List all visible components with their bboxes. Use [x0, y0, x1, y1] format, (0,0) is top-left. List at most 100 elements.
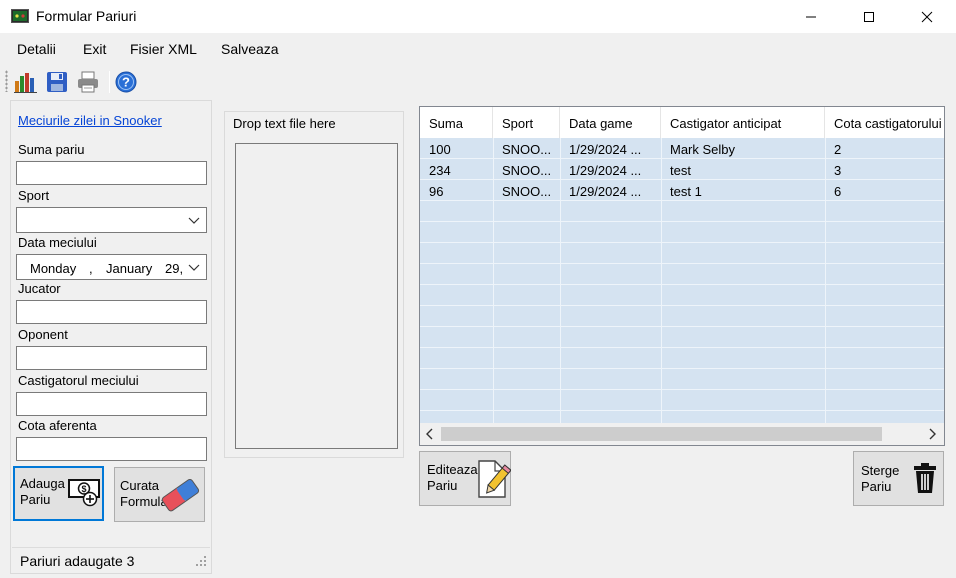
close-button[interactable]	[904, 0, 950, 33]
close-icon	[921, 11, 933, 22]
cell-data-game: 1/29/2024 ...	[569, 184, 642, 199]
drop-label: Drop text file here	[233, 116, 336, 131]
cell-data-game: 1/29/2024 ...	[569, 142, 642, 157]
minimize-icon	[806, 16, 816, 17]
scroll-thumb[interactable]	[441, 427, 882, 441]
add-bet-line2: Pariu	[20, 492, 51, 507]
date-picker[interactable]: Monday , January 29,	[16, 254, 207, 280]
menu-exit[interactable]: Exit	[83, 41, 106, 57]
drop-target[interactable]	[235, 143, 398, 449]
cell-suma: 96	[429, 184, 444, 199]
help-icon[interactable]: ?	[115, 71, 137, 93]
delete-bet-button[interactable]: Sterge Pariu	[853, 451, 944, 506]
sport-select[interactable]	[16, 207, 207, 233]
table-row[interactable]: 96 SNOO... 1/29/2024 ... test 1 6	[420, 180, 944, 201]
column-header-data-game[interactable]: Data game	[560, 107, 661, 138]
status-bar: Pariuri adaugate 3	[12, 547, 210, 573]
oponent-input[interactable]	[16, 346, 207, 370]
cell-suma: 100	[429, 142, 451, 157]
grid-body: 100 SNOO... 1/29/2024 ... Mark Selby 2 2…	[420, 138, 944, 423]
app-icon	[11, 9, 29, 23]
sport-label: Sport	[18, 188, 50, 203]
column-header-castigator[interactable]: Castigator anticipat	[661, 107, 825, 138]
empty-row[interactable]	[420, 222, 944, 243]
castigator-input[interactable]	[16, 392, 207, 416]
bet-form-panel: Meciurile zilei in Snooker Suma pariu Sp…	[10, 100, 212, 574]
table-row[interactable]: 100 SNOO... 1/29/2024 ... Mark Selby 2	[420, 138, 944, 159]
empty-row[interactable]	[420, 285, 944, 306]
window-title: Formular Pariuri	[36, 8, 137, 24]
resize-grip-icon[interactable]	[196, 554, 206, 569]
print-icon[interactable]	[77, 71, 99, 93]
edit-bet-button[interactable]: Editeaza Pariu	[419, 451, 512, 506]
cell-sport: SNOO...	[502, 163, 552, 178]
cell-suma: 234	[429, 163, 451, 178]
cell-sport: SNOO...	[502, 184, 552, 199]
date-day: 29,	[165, 261, 184, 276]
date-month: January	[106, 261, 153, 276]
edit-bet-line1: Editeaza	[427, 462, 478, 477]
edit-bet-line2: Pariu	[427, 478, 458, 493]
empty-row[interactable]	[420, 201, 944, 222]
menu-detalii[interactable]: Detalii	[17, 41, 56, 57]
jucator-input[interactable]	[16, 300, 207, 324]
column-header-cota[interactable]: Cota castigatorului	[825, 107, 944, 138]
scroll-right-icon[interactable]	[926, 427, 938, 444]
title-bar: Formular Pariuri	[0, 0, 956, 33]
suma-input[interactable]	[16, 161, 207, 185]
empty-row[interactable]	[420, 348, 944, 369]
money-add-icon: $	[68, 475, 102, 510]
column-header-suma[interactable]: Suma	[420, 107, 493, 138]
toolbar: ?	[0, 66, 956, 98]
horizontal-scrollbar[interactable]	[420, 423, 944, 445]
maximize-button[interactable]	[846, 0, 892, 33]
bets-grid[interactable]: Suma Sport Data game Castigator anticipa…	[419, 106, 945, 446]
table-row[interactable]: 234 SNOO... 1/29/2024 ... test 3	[420, 159, 944, 180]
empty-row[interactable]	[420, 369, 944, 390]
minimize-button[interactable]	[788, 0, 834, 33]
trash-icon	[913, 462, 937, 497]
maximize-icon	[864, 11, 874, 22]
chart-icon[interactable]	[14, 71, 37, 93]
empty-row[interactable]	[420, 306, 944, 327]
menu-fisier-xml[interactable]: Fisier XML	[130, 41, 197, 57]
cota-input[interactable]	[16, 437, 207, 461]
chevron-down-icon	[188, 261, 200, 276]
cell-sport: SNOO...	[502, 142, 552, 157]
empty-row[interactable]	[420, 264, 944, 285]
jucator-label: Jucator	[18, 281, 61, 296]
delete-bet-line2: Pariu	[861, 479, 892, 494]
chevron-down-icon	[188, 214, 200, 229]
scroll-left-icon[interactable]	[424, 427, 436, 444]
drop-file-group: Drop text file here	[224, 111, 404, 458]
svg-text:$: $	[81, 484, 86, 494]
menu-salveaza[interactable]: Salveaza	[221, 41, 279, 57]
delete-bet-line1: Sterge	[861, 463, 900, 478]
date-comma: ,	[89, 261, 93, 276]
cell-data-game: 1/29/2024 ...	[569, 163, 642, 178]
svg-text:?: ?	[122, 75, 130, 90]
empty-row[interactable]	[420, 327, 944, 348]
add-bet-button[interactable]: Adauga Pariu $	[13, 466, 104, 521]
empty-row[interactable]	[420, 243, 944, 264]
column-header-sport[interactable]: Sport	[493, 107, 560, 138]
empty-row[interactable]	[420, 390, 944, 411]
grid-header: Suma Sport Data game Castigator anticipa…	[420, 107, 944, 138]
menu-bar: Detalii Exit Fisier XML Salveaza	[0, 33, 956, 66]
eraser-icon	[159, 474, 203, 519]
bets-added-count: Pariuri adaugate 3	[20, 553, 135, 569]
cell-castigator: Mark Selby	[670, 142, 736, 157]
cell-castigator: test 1	[670, 184, 702, 199]
toolbar-grip[interactable]	[5, 70, 8, 92]
pencil-icon	[475, 457, 512, 504]
cell-cota: 6	[834, 184, 842, 199]
cell-cota: 2	[834, 142, 842, 157]
oponent-label: Oponent	[18, 327, 68, 342]
save-icon[interactable]	[46, 71, 68, 93]
cell-cota: 3	[834, 163, 842, 178]
date-weekday: Monday	[30, 261, 77, 276]
snooker-matches-link[interactable]: Meciurile zilei in Snooker	[18, 113, 162, 128]
cota-label: Cota aferenta	[18, 418, 97, 433]
clear-form-button[interactable]: Curata Formular	[114, 467, 205, 522]
add-bet-line1: Adauga	[20, 476, 65, 491]
